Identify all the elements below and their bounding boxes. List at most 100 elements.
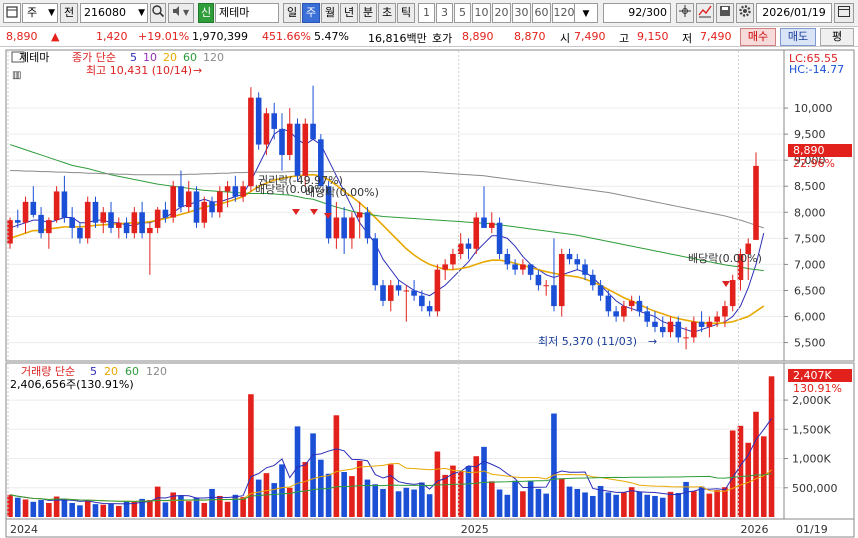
calendar-icon[interactable]: [834, 3, 854, 23]
code-input[interactable]: 216080 ▼: [80, 3, 148, 23]
gear-icon[interactable]: [736, 3, 754, 23]
candle-body: [659, 326, 666, 333]
candle-body: [30, 201, 37, 215]
period-tab[interactable]: 주: [302, 3, 320, 23]
interval-button[interactable]: 30: [512, 3, 531, 23]
volume-bar: [644, 494, 651, 517]
candle-body: [613, 311, 619, 317]
volume-bar: [582, 492, 588, 517]
candle-body: [217, 191, 223, 213]
candle-body: [722, 306, 728, 317]
date-value: 2026/01/19: [762, 6, 826, 19]
volume-bar: [613, 494, 619, 517]
candle-body: [675, 321, 682, 338]
count-field[interactable]: 92/300: [603, 3, 671, 23]
count-value: 92/300: [628, 6, 667, 19]
new-badge-label: 신: [200, 6, 212, 19]
volume-tick-label: 500,000: [792, 482, 838, 495]
chart-type-icon[interactable]: [696, 3, 714, 23]
volume-bar: [465, 466, 472, 517]
volume-bar: [232, 494, 239, 517]
market-type-select[interactable]: 주 ▼: [22, 3, 58, 23]
interval-button[interactable]: 120: [552, 3, 576, 23]
candle-body: [729, 280, 736, 307]
candle-body: [636, 300, 643, 312]
interval-button[interactable]: 5: [454, 3, 471, 23]
candle-body: [84, 201, 91, 239]
sound-icon[interactable]: ▼: [168, 3, 194, 23]
candle-body: [426, 306, 433, 312]
interval-button[interactable]: 20: [492, 3, 511, 23]
candle-body: [520, 264, 526, 270]
current-volume-label: 2,407K: [793, 369, 832, 382]
bars-icon[interactable]: ▥: [12, 70, 21, 81]
candle-body: [628, 300, 635, 307]
crosshair-icon[interactable]: [676, 3, 694, 23]
prev-button[interactable]: 전: [60, 3, 78, 23]
candle-body: [224, 186, 231, 192]
candle-body: [310, 123, 316, 140]
year-label: 2024: [10, 523, 38, 536]
period-tab[interactable]: 초: [378, 3, 396, 23]
volume-bar: [302, 462, 309, 517]
high-annotation: 최고 10,431 (10/14): [86, 64, 192, 77]
volume-bar: [496, 489, 503, 517]
candle-body: [395, 285, 402, 291]
volume-bar: [224, 501, 231, 517]
price-legend-title: 종가 단순: [72, 51, 116, 64]
save-icon[interactable]: [716, 3, 734, 23]
price-tick-label: 10,000: [794, 102, 833, 115]
sell-button[interactable]: 매도: [780, 28, 816, 46]
volume-bar: [535, 488, 542, 517]
menu-icon[interactable]: [3, 3, 21, 23]
volume-bar: [14, 497, 21, 517]
date-field[interactable]: 2026/01/19: [756, 3, 832, 23]
volume-bar: [84, 500, 91, 517]
volume-bar: [7, 494, 13, 517]
volume-bar: [753, 411, 759, 517]
volume-bar: [92, 504, 99, 517]
candle-body: [131, 212, 138, 234]
eval-button[interactable]: 평: [820, 28, 854, 46]
price-tick-label: 8,000: [794, 206, 826, 219]
interval-button[interactable]: 10: [472, 3, 491, 23]
candle-body: [232, 186, 239, 197]
volume-bar: [356, 460, 363, 517]
volume-bar: [659, 497, 666, 517]
svg-text:▼: ▼: [183, 8, 190, 17]
candle-body: [714, 316, 720, 322]
interval-button[interactable]: 1: [418, 3, 435, 23]
volume-bar: [349, 476, 355, 517]
candle-body: [248, 97, 254, 187]
stock-chart[interactable]: 5,5006,0006,5007,0007,5008,0008,5009,000…: [0, 47, 858, 538]
theme-label: 제테마: [219, 6, 250, 19]
candle-body: [442, 264, 448, 270]
candle-body: [387, 285, 394, 301]
interval-dropdown[interactable]: ▼: [574, 3, 598, 23]
interval-button[interactable]: 60: [532, 3, 551, 23]
theme-field[interactable]: 제테마: [215, 3, 279, 23]
period-tab[interactable]: 틱: [397, 3, 415, 23]
high-value: 9,150: [637, 30, 669, 43]
candle-body: [597, 285, 604, 296]
candle-body: [380, 285, 386, 301]
period-tab[interactable]: 일: [283, 3, 301, 23]
volume-bar: [209, 488, 215, 517]
year-label: 2026: [740, 523, 768, 536]
period-tab[interactable]: 분: [359, 3, 377, 23]
candle-body: [61, 191, 68, 218]
volume-bar: [333, 415, 340, 517]
year-label: 2025: [461, 523, 489, 536]
interval-button[interactable]: 3: [436, 3, 453, 23]
volume-bar: [667, 491, 674, 517]
volume-bar: [706, 493, 713, 517]
buy-button[interactable]: 매수: [740, 28, 776, 46]
price-tick-label: 7,000: [794, 258, 826, 271]
period-tab[interactable]: 년: [340, 3, 358, 23]
search-icon[interactable]: [150, 3, 166, 23]
candle-body: [488, 222, 495, 228]
period-tab[interactable]: 월: [321, 3, 339, 23]
candle-body: [691, 321, 697, 338]
volume-bar: [527, 480, 534, 517]
candle-body: [100, 212, 107, 223]
